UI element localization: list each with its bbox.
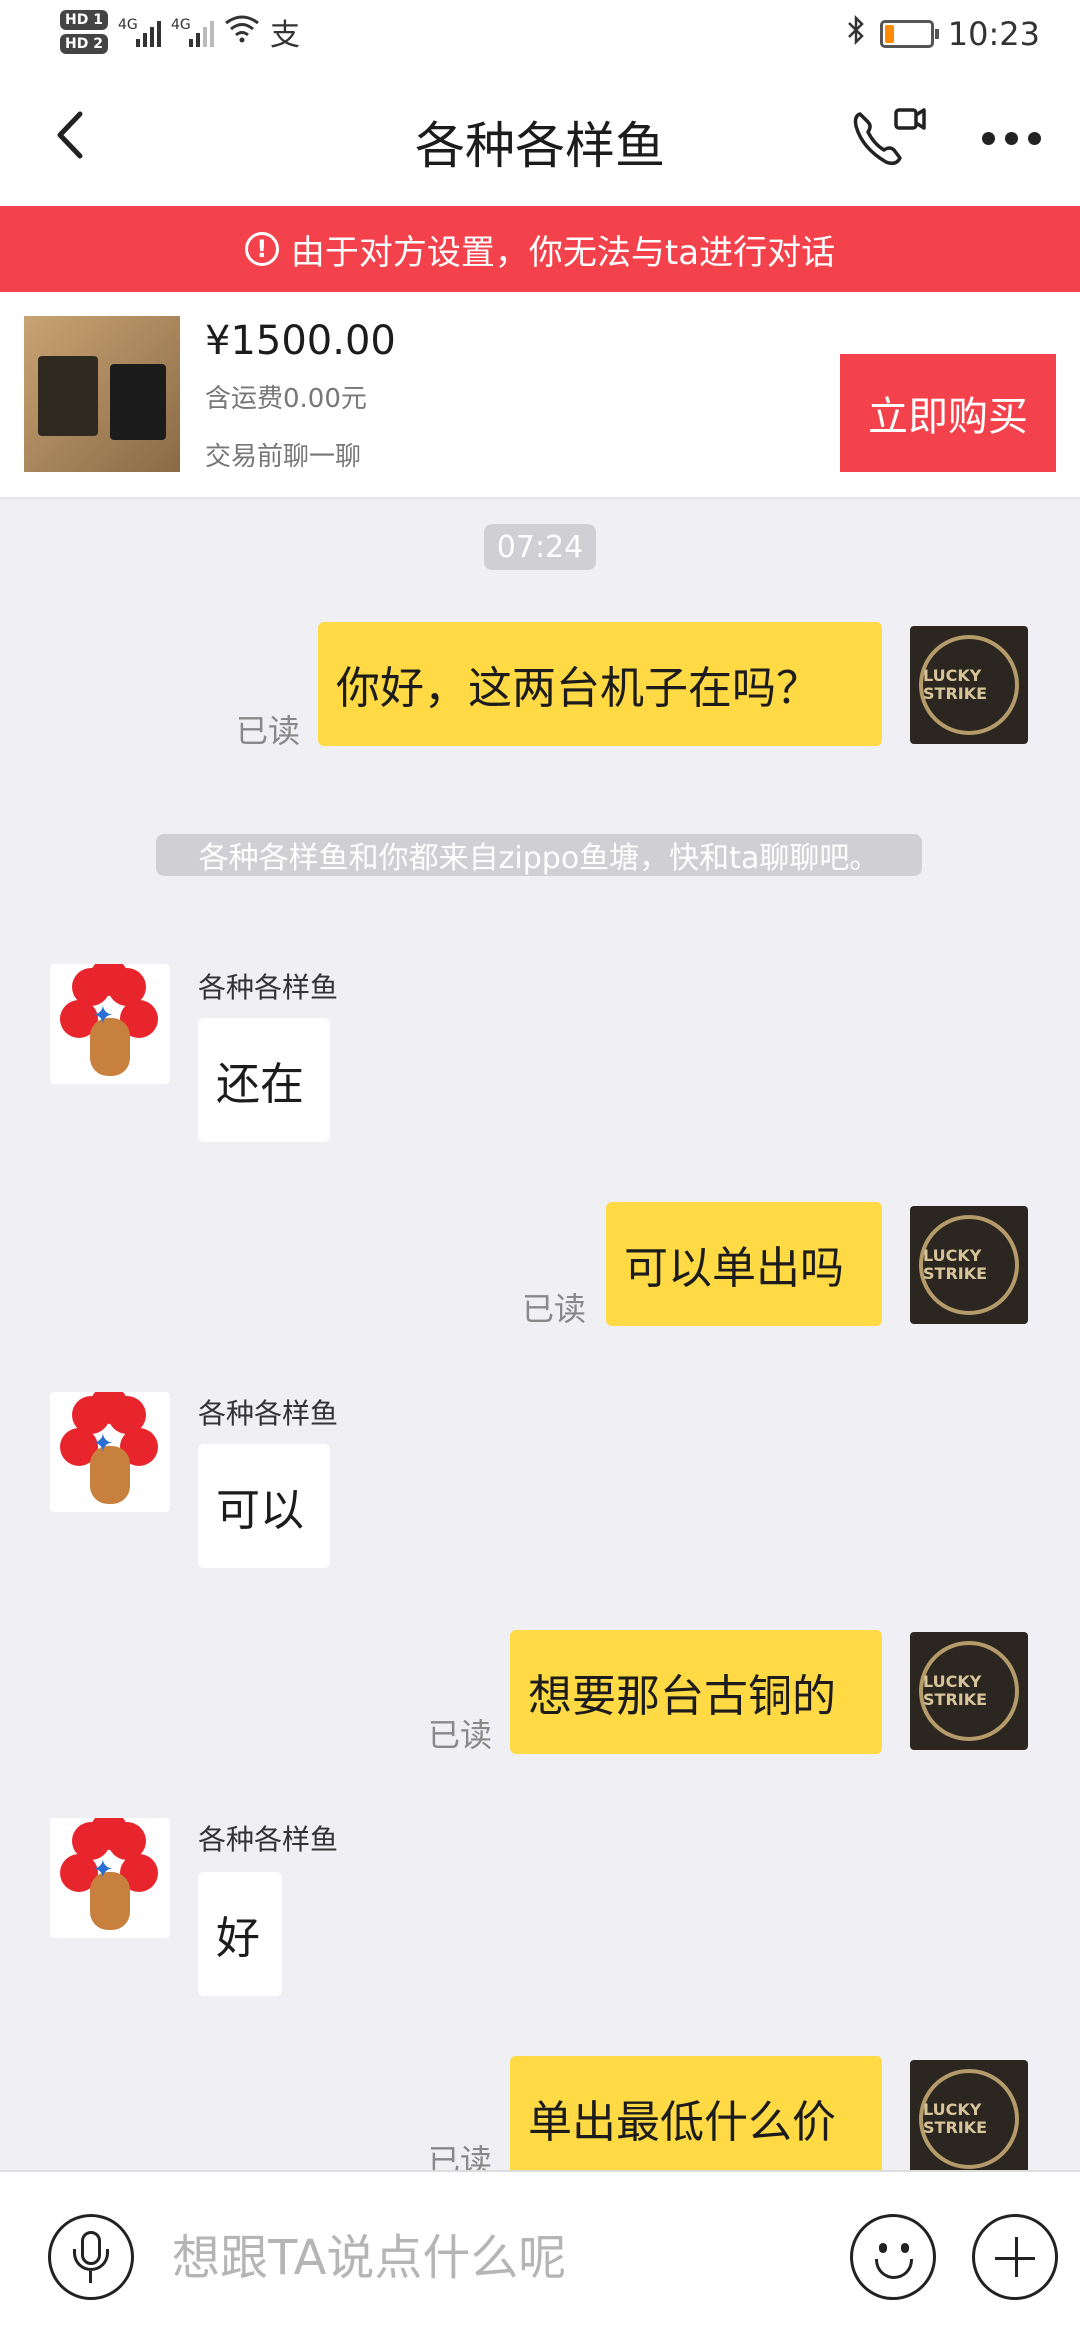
message-bubble-me[interactable]: 单出最低什么价 — [510, 2056, 882, 2180]
contact-name: 各种各样鱼 — [198, 1397, 339, 1430]
contact-avatar[interactable]: ✦ — [50, 1392, 170, 1512]
wifi-icon — [224, 13, 260, 51]
my-avatar[interactable]: LUCKY STRIKE — [910, 1206, 1028, 1324]
message-bubble-them[interactable]: 可以 — [198, 1444, 330, 1568]
battery-icon — [879, 20, 939, 48]
warning-icon: ! — [244, 232, 279, 266]
product-card[interactable]: ¥1500.00 含运费0.00元 交易前聊一聊 立即购买 — [0, 292, 1080, 499]
message-bubble-them[interactable]: 好 — [198, 1872, 282, 1996]
chat-note: 交易前聊一聊 — [205, 442, 362, 472]
banner-text: 由于对方设置，你无法与ta进行对话 — [290, 232, 836, 273]
bluetooth-icon — [846, 14, 866, 54]
contact-name: 各种各样鱼 — [198, 1823, 339, 1856]
input-bar — [0, 2170, 1080, 2342]
more-icon[interactable] — [982, 132, 1041, 145]
emoji-icon[interactable] — [850, 2214, 936, 2300]
signal-2-icon: 4G — [171, 17, 214, 47]
product-price: ¥1500.00 — [205, 318, 396, 364]
microphone-icon[interactable] — [48, 2214, 134, 2300]
read-receipt: 已读 — [236, 712, 301, 750]
my-avatar[interactable]: LUCKY STRIKE — [910, 2060, 1028, 2178]
message-bubble-me[interactable]: 想要那台古铜的 — [510, 1630, 882, 1754]
status-bar: HD 1 HD 2 4G 4G 支 10:23 — [0, 0, 1080, 72]
read-receipt: 已读 — [428, 1716, 493, 1754]
alipay-icon: 支 — [269, 18, 300, 53]
contact-avatar[interactable]: ✦ — [50, 964, 170, 1084]
signal-1-icon: 4G — [118, 17, 161, 47]
product-thumbnail[interactable] — [24, 316, 180, 472]
message-bubble-them[interactable]: 还在 — [198, 1018, 330, 1142]
message-bubble-me[interactable]: 可以单出吗 — [606, 1202, 882, 1326]
buy-now-button[interactable]: 立即购买 — [840, 354, 1056, 472]
my-avatar[interactable]: LUCKY STRIKE — [910, 1632, 1028, 1750]
chat-timestamp: 07:24 — [484, 524, 596, 570]
message-bubble-me[interactable]: 你好，这两台机子在吗？ — [318, 622, 882, 746]
chat-header: 各种各样鱼 — [0, 72, 1080, 206]
hd2-badge: HD 2 — [60, 34, 108, 54]
read-receipt: 已读 — [522, 1290, 587, 1328]
plus-icon[interactable] — [972, 2214, 1058, 2300]
restriction-banner: ! 由于对方设置，你无法与ta进行对话 — [0, 206, 1080, 292]
contact-name: 各种各样鱼 — [198, 971, 339, 1004]
contact-avatar[interactable]: ✦ — [50, 1818, 170, 1938]
clock-time: 10:23 — [947, 15, 1040, 53]
system-message: 各种各样鱼和你都来自zippo鱼塘，快和ta聊聊吧。 — [156, 834, 922, 876]
my-avatar[interactable]: LUCKY STRIKE — [910, 626, 1028, 744]
message-input[interactable] — [170, 2212, 824, 2304]
hd1-badge: HD 1 — [60, 10, 108, 30]
shipping-text: 含运费0.00元 — [205, 384, 367, 414]
video-call-icon[interactable] — [850, 102, 930, 172]
